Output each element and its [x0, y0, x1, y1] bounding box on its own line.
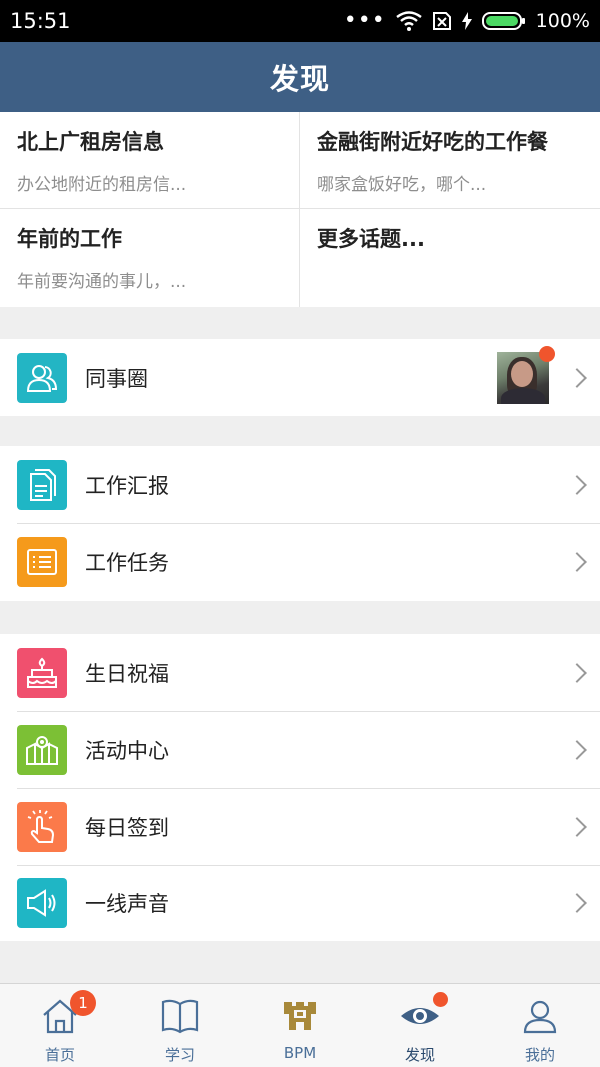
colleagues-icon	[17, 352, 67, 403]
megaphone-icon	[17, 878, 67, 928]
book-icon	[158, 994, 202, 1038]
more-dots-icon: •••	[343, 8, 386, 33]
menu-group-activities: 生日祝福 活动中心 每日签到 一线声音	[0, 634, 600, 941]
unread-dot	[433, 992, 448, 1007]
chevron-right-icon	[567, 816, 587, 837]
menu-item-label: 工作任务	[85, 551, 169, 575]
topic-subtitle: 办公地附近的租房信...	[17, 175, 187, 195]
status-time: 15:51	[10, 9, 71, 33]
topic-title: 更多话题...	[317, 227, 425, 251]
status-icons: ••• 100%	[343, 8, 590, 33]
menu-item-work-report[interactable]: 工作汇报	[0, 446, 600, 523]
menu-item-label: 工作汇报	[85, 473, 169, 498]
menu-item-work-task[interactable]: 工作任务	[0, 523, 600, 601]
unread-dot	[539, 346, 555, 362]
tab-home[interactable]: 首页 1	[0, 984, 120, 1067]
tab-label: BPM	[283, 1044, 317, 1062]
chevron-right-icon	[567, 552, 587, 572]
more-topics-link[interactable]: 更多话题...	[300, 209, 600, 307]
menu-item-label: 每日签到	[85, 815, 169, 840]
topic-subtitle: 年前要沟通的事儿，...	[17, 272, 187, 292]
profile-icon	[518, 994, 562, 1038]
nav-bar: 发现	[0, 42, 600, 112]
no-sim-icon	[432, 12, 451, 30]
status-bar: 15:51 ••• 100%	[0, 0, 600, 42]
topic-subtitle: 哪家盒饭好吃，哪个...	[317, 175, 487, 195]
task-list-icon	[17, 537, 67, 587]
bpm-logo-icon	[278, 994, 322, 1038]
tab-label: 我的	[524, 1046, 555, 1064]
topic-card[interactable]: 北上广租房信息 办公地附近的租房信...	[0, 112, 300, 209]
menu-item-label: 同事圈	[85, 366, 148, 391]
tab-profile[interactable]: 我的	[480, 984, 600, 1067]
topic-card[interactable]: 金融街附近好吃的工作餐 哪家盒饭好吃，哪个...	[300, 112, 600, 209]
topics-grid: 北上广租房信息 办公地附近的租房信... 金融街附近好吃的工作餐 哪家盒饭好吃，…	[0, 112, 600, 307]
chevron-right-icon	[567, 662, 587, 683]
bottom-tab-bar: 首页 1 学习 BPM 发现 我的	[0, 983, 600, 1067]
menu-item-birthday[interactable]: 生日祝福	[0, 634, 600, 711]
menu-item-label: 生日祝福	[85, 661, 169, 686]
chevron-right-icon	[567, 367, 587, 388]
menu-item-frontline-voice[interactable]: 一线声音	[0, 865, 600, 941]
tab-bpm[interactable]: BPM	[240, 984, 360, 1067]
topic-title: 金融街附近好吃的工作餐	[317, 130, 548, 154]
menu-group-social: 同事圈	[0, 339, 600, 416]
tab-study[interactable]: 学习	[120, 984, 240, 1067]
tab-discover[interactable]: 发现	[360, 984, 480, 1067]
report-icon	[17, 459, 67, 510]
chevron-right-icon	[567, 893, 587, 913]
chevron-right-icon	[567, 739, 587, 760]
menu-group-work: 工作汇报 工作任务	[0, 446, 600, 601]
chevron-right-icon	[567, 474, 587, 495]
wifi-icon	[395, 11, 422, 31]
topic-card[interactable]: 年前的工作 年前要沟通的事儿，...	[0, 209, 300, 307]
notification-badge: 1	[70, 990, 96, 1016]
menu-item-label: 活动中心	[85, 738, 169, 763]
tab-label: 发现	[404, 1046, 435, 1064]
charging-icon	[461, 12, 472, 30]
menu-item-daily-checkin[interactable]: 每日签到	[0, 788, 600, 865]
activity-icon	[17, 724, 67, 775]
topic-title: 北上广租房信息	[17, 130, 164, 154]
topic-title: 年前的工作	[17, 227, 122, 251]
menu-item-label: 一线声音	[85, 892, 169, 916]
tab-label: 学习	[164, 1046, 195, 1064]
page-title: 发现	[269, 62, 330, 96]
tab-label: 首页	[44, 1046, 75, 1064]
tap-hand-icon	[17, 801, 67, 852]
battery-icon	[481, 12, 525, 30]
birthday-cake-icon	[17, 647, 67, 698]
menu-item-activity-center[interactable]: 活动中心	[0, 711, 600, 788]
battery-level: 100%	[535, 10, 590, 32]
menu-item-colleagues[interactable]: 同事圈	[0, 339, 600, 416]
latest-post-avatar	[497, 346, 555, 404]
